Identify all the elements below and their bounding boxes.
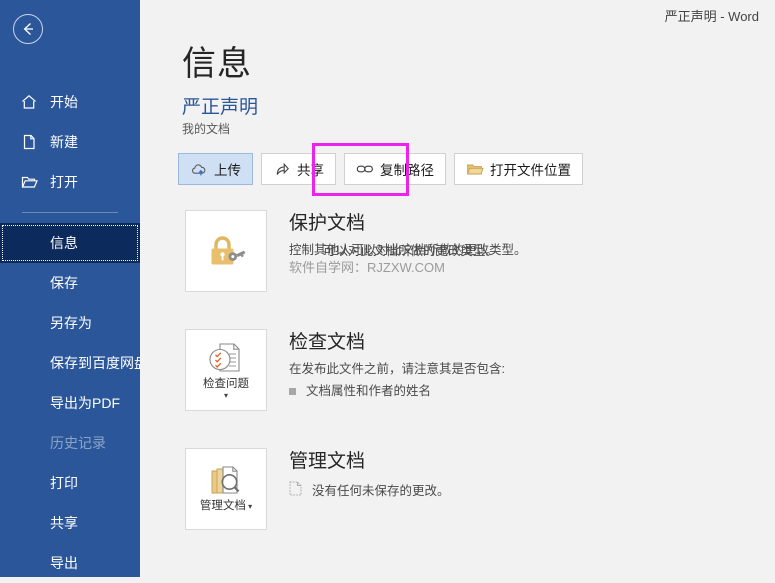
sidebar-item-label: 保存到百度网盘: [50, 355, 148, 371]
manage-document-label: 管理文档 ▾: [199, 500, 253, 512]
protect-document-section: 保护文档 控制其他人可以对此文档所做的更改类型。 可以对此文档所做的更改类型。 …: [185, 210, 527, 292]
word-backstage-info-screen: 开始 新建 打开 信息 保存 另存为 保存到百度网盘 导出为PDF 历史记录 打…: [0, 0, 775, 577]
manage-document-body: 管理文档 没有任何未保存的更改。: [289, 448, 450, 530]
upload-button-label: 上传: [214, 163, 241, 178]
check-for-issues-label: 检查问题: [203, 377, 249, 390]
sidebar-item-new[interactable]: 新建: [0, 122, 140, 162]
sidebar-item-label: 保存: [50, 275, 78, 291]
sidebar-item-export[interactable]: 导出: [0, 543, 140, 583]
inspect-document-bullet-label: 文档属性和作者的姓名: [306, 384, 432, 398]
new-doc-icon: [18, 131, 40, 153]
open-folder-icon: [18, 171, 40, 193]
back-button[interactable]: [13, 14, 43, 44]
window-title: 严正声明 - Word: [664, 9, 759, 24]
inspect-document-bullet-item: 文档属性和作者的姓名: [289, 382, 505, 401]
link-icon: [356, 160, 374, 178]
sidebar-item-label: 导出为PDF: [50, 395, 120, 411]
sidebar-item-open[interactable]: 打开: [0, 162, 140, 202]
bullet-icon: [289, 388, 296, 395]
protect-document-heading: 保护文档: [289, 213, 366, 234]
inspect-document-description: 在发布此文件之前，请注意其是否包含:: [289, 362, 505, 376]
inspect-document-body: 检查文档 在发布此文件之前，请注意其是否包含: 文档属性和作者的姓名: [289, 329, 505, 411]
manage-document-status-label: 没有任何未保存的更改。: [312, 484, 450, 498]
sidebar-item-print[interactable]: 打印: [0, 463, 140, 503]
manage-document-heading: 管理文档: [289, 451, 366, 472]
lock-key-icon: [203, 231, 249, 271]
inspect-document-section: 检查问题 ▾ 检查文档 在发布此文件之前，请注意其是否包含: 文档属性和作者的姓…: [185, 329, 505, 411]
document-name: 严正声明: [182, 97, 259, 118]
sidebar-item-share[interactable]: 共享: [0, 503, 140, 543]
sidebar-item-label: 打印: [50, 475, 78, 491]
sidebar-item-info[interactable]: 信息: [0, 223, 140, 263]
manage-document-section: 管理文档 ▾ 管理文档 没有任何未保存的更改。: [185, 448, 450, 530]
share-button-label: 共享: [297, 163, 324, 178]
protect-document-body: 保护文档 控制其他人可以对此文档所做的更改类型。 可以对此文档所做的更改类型。 …: [289, 210, 527, 292]
page-title: 信息: [182, 45, 252, 83]
sidebar-item-save-to-baidu[interactable]: 保存到百度网盘: [0, 343, 148, 383]
sidebar-item-home[interactable]: 开始: [0, 82, 140, 122]
share-button[interactable]: 共享: [261, 153, 336, 185]
chevron-down-icon: ▾: [223, 390, 228, 400]
backstage-sidebar: 开始 新建 打开 信息 保存 另存为 保存到百度网盘 导出为PDF 历史记录 打…: [0, 0, 148, 577]
document-location: 我的文档: [182, 122, 231, 136]
sidebar-item-label: 导出: [50, 555, 78, 571]
sidebar-item-label: 新建: [50, 134, 78, 150]
sidebar-nav: 开始 新建 打开 信息 保存 另存为 保存到百度网盘 导出为PDF 历史记录 打…: [0, 82, 148, 583]
sidebar-item-save[interactable]: 保存: [0, 263, 140, 303]
sidebar-item-label: 开始: [50, 94, 78, 110]
copy-path-button-label: 复制路径: [380, 163, 434, 178]
sidebar-item-history[interactable]: 历史记录: [0, 423, 140, 463]
inspect-document-heading: 检查文档: [289, 332, 366, 353]
sidebar-item-label: 共享: [50, 515, 78, 531]
open-file-location-button-label: 打开文件位置: [490, 163, 571, 178]
upload-button[interactable]: 上传: [178, 153, 253, 185]
quick-action-toolbar: 上传 共享 复制路径 打开文件位置: [178, 153, 583, 185]
sidebar-item-label: 信息: [50, 235, 78, 251]
sidebar-divider: [22, 212, 118, 213]
protect-document-description-wrap: 控制其他人可以对此文档所做的更改类型。 可以对此文档所做的更改类型。: [289, 237, 527, 258]
sidebar-item-save-as[interactable]: 另存为: [0, 303, 140, 343]
protect-document-button[interactable]: [185, 210, 267, 292]
copy-path-button[interactable]: 复制路径: [344, 153, 446, 185]
backstage-content: 严正声明 - Word 信息 严正声明 我的文档 上传 共享 复制路径 打开文件…: [140, 0, 775, 577]
manage-document-status: 没有任何未保存的更改。: [289, 481, 450, 502]
sidebar-item-label: 历史记录: [50, 435, 106, 451]
sidebar-item-label: 另存为: [50, 315, 92, 331]
sidebar-item-export-pdf[interactable]: 导出为PDF: [0, 383, 140, 423]
open-file-location-button[interactable]: 打开文件位置: [454, 153, 583, 185]
chevron-down-icon: ▾: [245, 502, 253, 511]
manage-document-button[interactable]: 管理文档 ▾: [185, 448, 267, 530]
unsaved-doc-icon: [289, 481, 302, 502]
folder-icon: [466, 160, 484, 178]
back-arrow-icon: [23, 23, 33, 35]
share-icon: [273, 160, 291, 178]
home-icon: [18, 91, 40, 113]
sidebar-item-label: 打开: [50, 174, 78, 190]
check-for-issues-button[interactable]: 检查问题 ▾: [185, 329, 267, 411]
cloud-upload-icon: [190, 160, 208, 178]
inspect-doc-icon: [205, 341, 247, 375]
manage-doc-icon: [205, 465, 247, 497]
protect-document-description-overlap: 可以对此文档所做的更改类型。: [323, 244, 499, 258]
